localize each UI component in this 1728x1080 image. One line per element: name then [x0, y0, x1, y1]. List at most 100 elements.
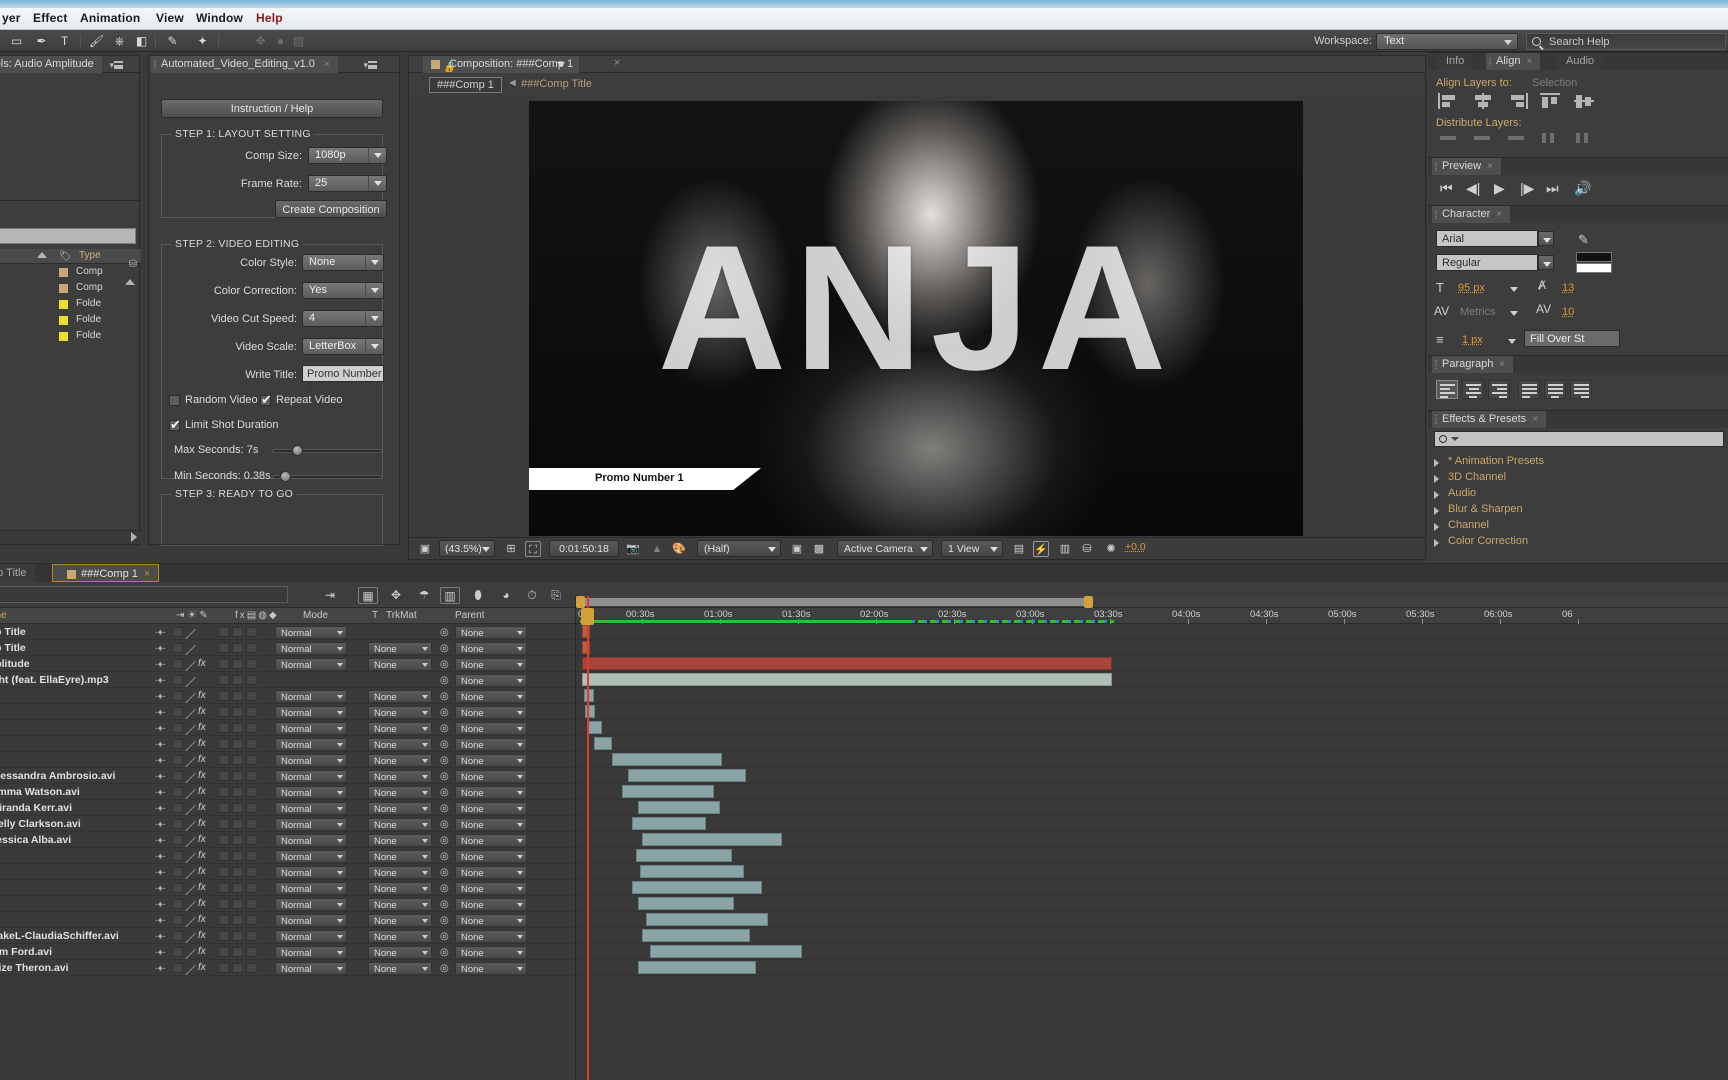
table-row[interactable]: ril 28_Jessica Alba.avi-♦-／fxNormalNone◎… — [0, 832, 580, 849]
fill-over-stroke-select[interactable]: Fill Over St — [1524, 330, 1620, 347]
parent-pickwhip-icon[interactable]: ◎ — [440, 803, 449, 814]
table-row[interactable]: ##Comp Title-♦-／NormalNone◎None — [0, 640, 580, 657]
chevron-down-icon[interactable] — [1451, 437, 1459, 441]
layer-solo-switch[interactable] — [172, 739, 183, 749]
layer-switch-c[interactable] — [246, 675, 257, 685]
layer-parent-select[interactable]: None — [455, 674, 527, 687]
align-text-right-icon[interactable] — [1488, 380, 1510, 399]
effects-category-animation-presets[interactable]: * Animation Presets — [1434, 455, 1544, 467]
parent-pickwhip-icon[interactable]: ◎ — [440, 947, 449, 958]
exposure-value[interactable]: +0.0 — [1125, 541, 1146, 557]
layer-switch-a[interactable] — [218, 723, 229, 733]
layer-switch-c[interactable] — [246, 819, 257, 829]
layer-bar[interactable] — [628, 769, 746, 782]
align-text-left-icon[interactable] — [1436, 380, 1458, 399]
layer-bar[interactable] — [612, 753, 722, 766]
layer-mode-select[interactable]: Normal — [275, 834, 347, 847]
layer-trkmat-select[interactable]: None — [368, 754, 432, 767]
layer-mode-select[interactable]: Normal — [275, 850, 347, 863]
table-row[interactable]: - Ru...ight (feat. EllaEyre).mp3-♦-／◎Non… — [0, 672, 580, 689]
comp-flowchart-icon[interactable]: ⛁ — [1079, 541, 1095, 557]
workspace-select[interactable]: Text — [1376, 33, 1518, 50]
parent-pickwhip-icon[interactable]: ◎ — [440, 963, 449, 974]
layer-fx-icon[interactable]: fx — [198, 866, 206, 877]
table-row[interactable]: .avi-♦-／fxNormalNone◎None — [0, 720, 580, 737]
layer-switch-c[interactable] — [246, 643, 257, 653]
layer-switch-a[interactable] — [218, 691, 229, 701]
views-select[interactable]: 1 View — [941, 540, 1003, 557]
chevron-down-icon[interactable] — [1510, 311, 1518, 316]
layer-bar[interactable] — [594, 737, 612, 750]
table-row[interactable]: ril 20_Miranda Kerr.avi-♦-／fxNormalNone◎… — [0, 800, 580, 817]
menu-item-effect[interactable]: Effect — [33, 11, 68, 25]
justify-last-right-icon[interactable] — [1570, 380, 1592, 399]
distribute-bottom-icon[interactable] — [1506, 133, 1528, 149]
effects-category-channel[interactable]: Channel — [1434, 519, 1489, 531]
limit-shot-duration-checkbox[interactable] — [169, 417, 181, 433]
close-icon[interactable]: × — [1496, 209, 1502, 220]
layer-switch-c[interactable] — [246, 835, 257, 845]
tab-effect-controls[interactable]: rols: Audio Amplitude — [0, 56, 102, 73]
layer-mode-select[interactable]: Normal — [275, 866, 347, 879]
layer-bar[interactable] — [588, 721, 602, 734]
layer-parent-select[interactable]: None — [455, 898, 527, 911]
layer-solo-switch[interactable] — [172, 915, 183, 925]
cti-handle[interactable] — [581, 608, 594, 625]
layer-fx-icon[interactable]: fx — [198, 850, 206, 861]
layer-bar[interactable] — [642, 833, 782, 846]
layer-fx-icon[interactable]: fx — [198, 882, 206, 893]
layer-video-toggle-icon[interactable]: -♦- — [155, 643, 166, 653]
close-icon[interactable]: × — [1499, 359, 1505, 370]
layer-video-toggle-icon[interactable]: -♦- — [155, 787, 166, 797]
layer-switch-c[interactable] — [246, 755, 257, 765]
distribute-h-center-icon[interactable] — [1574, 133, 1596, 149]
layer-video-toggle-icon[interactable]: -♦- — [155, 899, 166, 909]
layer-switch-a[interactable] — [218, 739, 229, 749]
layer-parent-select[interactable]: None — [455, 706, 527, 719]
show-snapshot-icon[interactable]: ▲ — [649, 541, 665, 557]
parent-pickwhip-icon[interactable]: ◎ — [440, 787, 449, 798]
layer-video-toggle-icon[interactable]: -♦- — [155, 915, 166, 925]
layer-switch-a[interactable] — [218, 755, 229, 765]
project-search-input[interactable] — [0, 228, 136, 244]
layer-switch-c[interactable] — [246, 723, 257, 733]
parent-pickwhip-icon[interactable]: ◎ — [440, 643, 449, 654]
layer-mode-select[interactable]: Normal — [275, 818, 347, 831]
layer-solo-switch[interactable] — [172, 931, 183, 941]
layer-video-toggle-icon[interactable]: -♦- — [155, 739, 166, 749]
layer-fx-icon[interactable]: fx — [198, 818, 206, 829]
distribute-top-icon[interactable] — [1438, 133, 1460, 149]
layer-switch-c[interactable] — [246, 771, 257, 781]
layer-parent-select[interactable]: None — [455, 882, 527, 895]
layer-switch-c[interactable] — [246, 851, 257, 861]
composition-viewport[interactable]: ANJA Promo Number 1 — [409, 96, 1425, 538]
breadcrumb-comp[interactable]: ###Comp 1 — [429, 77, 502, 93]
layer-mode-select[interactable]: Normal — [275, 722, 347, 735]
parent-pickwhip-icon[interactable]: ◎ — [440, 627, 449, 638]
table-row[interactable]: -♦- ／ fx Normal None ◎ None — [0, 864, 580, 881]
parent-pickwhip-icon[interactable]: ◎ — [440, 707, 449, 718]
layer-video-toggle-icon[interactable]: -♦- — [155, 755, 166, 765]
layer-parent-select[interactable]: None — [455, 754, 527, 767]
layer-bar[interactable] — [640, 865, 744, 878]
timeline-navigator[interactable] — [576, 596, 1728, 608]
effects-category-blur-sharpen[interactable]: Blur & Sharpen — [1434, 503, 1523, 515]
table-row[interactable]: g 25_BlakeL-ClaudiaSchiffer.avi-♦-／fxNor… — [0, 928, 580, 945]
layer-video-toggle-icon[interactable]: -♦- — [155, 867, 166, 877]
audio-toggle-icon[interactable]: 🔊 — [1574, 180, 1591, 197]
chevron-down-icon[interactable] — [1508, 339, 1516, 344]
layer-solo-switch[interactable] — [172, 883, 183, 893]
frame-blending-icon[interactable]: ▥ — [440, 587, 460, 604]
layer-solo-switch[interactable] — [172, 787, 183, 797]
lock-icon[interactable]: 🔒 — [443, 59, 455, 76]
motion-blur-icon[interactable]: ⬮ — [468, 587, 488, 604]
layer-switch-a[interactable] — [218, 899, 229, 909]
layer-solo-switch[interactable] — [172, 675, 183, 685]
layer-trkmat-select[interactable]: None — [368, 866, 432, 879]
layer-video-toggle-icon[interactable]: -♦- — [155, 627, 166, 637]
layer-switch-b[interactable] — [232, 931, 243, 941]
layer-switch-a[interactable] — [218, 915, 229, 925]
layer-switch-a[interactable] — [218, 867, 229, 877]
layer-switch-c[interactable] — [246, 883, 257, 893]
max-seconds-slider-knob[interactable] — [292, 445, 303, 456]
